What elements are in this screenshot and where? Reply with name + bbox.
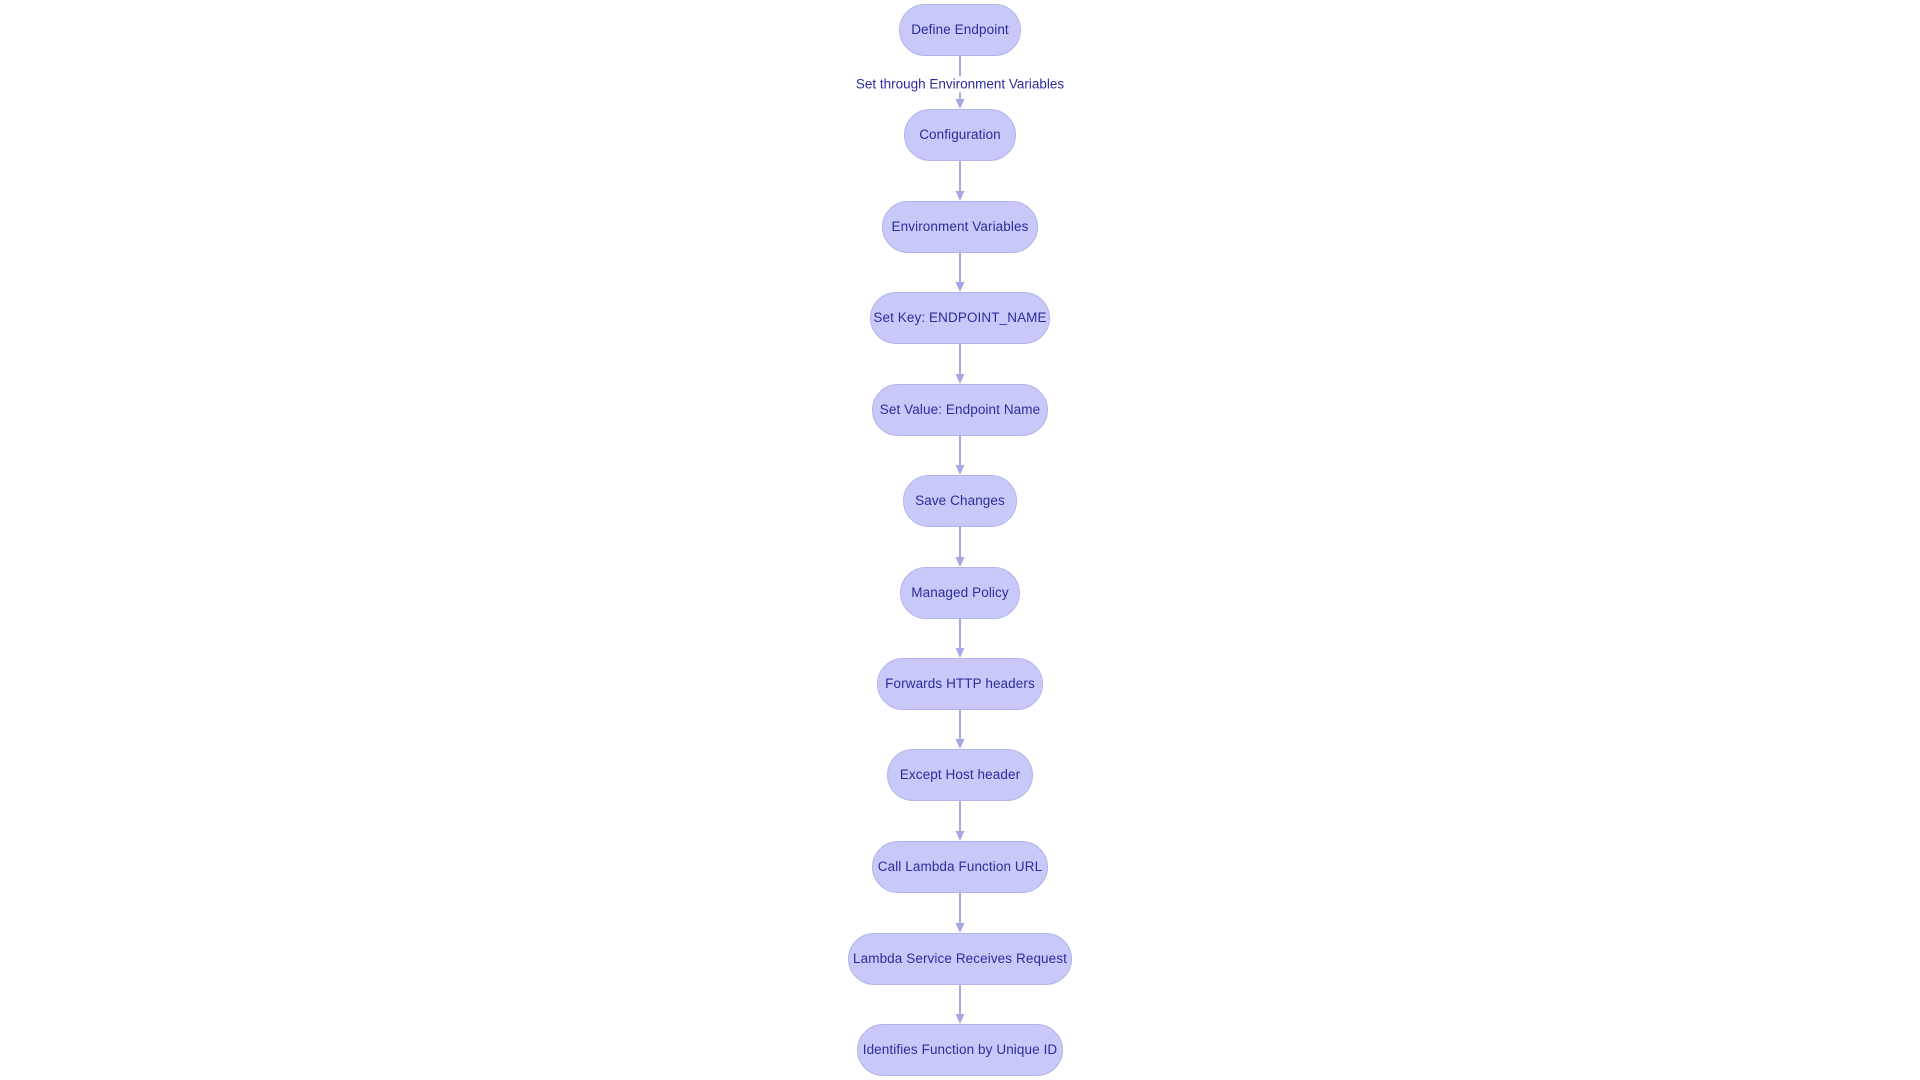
flowchart-node-n9[interactable]: Except Host header <box>887 749 1033 801</box>
flowchart-node-n7[interactable]: Managed Policy <box>900 567 1020 619</box>
flowchart-node-n5[interactable]: Set Value: Endpoint Name <box>872 384 1048 436</box>
flowchart-canvas: Set through Environment Variables Define … <box>0 0 1920 1080</box>
flowchart-node-layer: Set through Environment Variables Define … <box>0 0 1920 1080</box>
flowchart-node-n11[interactable]: Lambda Service Receives Request <box>848 933 1072 985</box>
flowchart-node-n3[interactable]: Environment Variables <box>882 201 1038 253</box>
flowchart-node-n4[interactable]: Set Key: ENDPOINT_NAME <box>870 292 1050 344</box>
flowchart-node-n8[interactable]: Forwards HTTP headers <box>877 658 1043 710</box>
flowchart-edge-label: Set through Environment Variables <box>852 76 1068 92</box>
flowchart-node-n2[interactable]: Configuration <box>904 109 1016 161</box>
flowchart-node-n1[interactable]: Define Endpoint <box>899 4 1021 56</box>
flowchart-node-n10[interactable]: Call Lambda Function URL <box>872 841 1048 893</box>
flowchart-node-n6[interactable]: Save Changes <box>903 475 1017 527</box>
flowchart-node-n12[interactable]: Identifies Function by Unique ID <box>857 1024 1063 1076</box>
